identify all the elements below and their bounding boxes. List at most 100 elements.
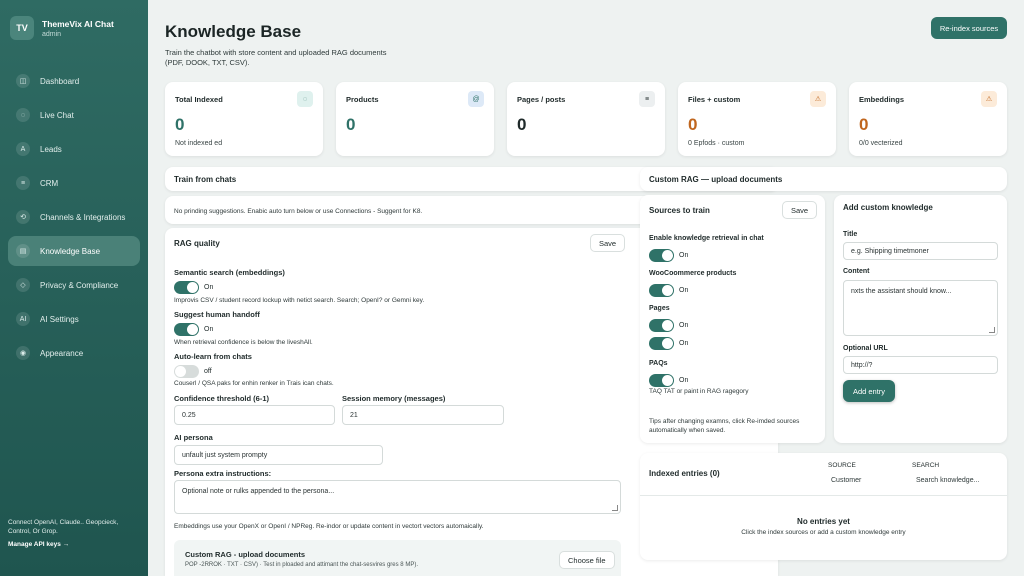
stat-label: Products (346, 95, 379, 104)
persona-extra-textarea[interactable]: Optional note or rulks appended to the p… (174, 480, 621, 514)
custom-title-input[interactable]: e.g. Shipping timetmoner (843, 242, 998, 260)
sidebar-item-ai-settings[interactable]: AI AI Settings (8, 304, 140, 334)
handoff-help: When retrieval confidence is below the l… (174, 339, 313, 346)
source-toggle[interactable] (649, 337, 674, 350)
rag-save-button[interactable]: Save (590, 234, 626, 252)
stat-card: Pages / posts ≡ 0 (507, 82, 665, 156)
sources-title: Sources to train (649, 206, 710, 215)
sidebar-item-label: Knowledge Base (40, 246, 101, 256)
leads-icon: A (16, 142, 30, 156)
persona-label: AI persona (174, 433, 213, 442)
stat-value: 0 (175, 115, 185, 134)
stat-value: 0 (346, 115, 356, 134)
warning-icon: ⚠ (981, 91, 997, 107)
semantic-search-label: Semantic search (embeddings) (174, 268, 285, 277)
sources-save-button[interactable]: Save (782, 201, 818, 219)
custom-rag-title: Custom RAG — upload documents (649, 175, 783, 184)
source-toggle[interactable] (649, 319, 674, 332)
handoff-label: Suggest human handoff (174, 310, 260, 319)
handoff-toggle[interactable] (174, 323, 199, 336)
semantic-search-help: Improvis CSV / student record lockup wit… (174, 297, 425, 304)
autolearn-toggle[interactable] (174, 365, 199, 378)
stat-value: 0 (688, 115, 698, 134)
sidebar-item-privacy-compliance[interactable]: ◇ Privacy & Compliance (8, 270, 140, 300)
sidebar-footer-text: Connect OpenAI, Claude.. Geopcieck, Cont… (8, 519, 119, 535)
sidebar-item-label: Channels & Integrations (40, 212, 126, 222)
sidebar-item-live-chat[interactable]: ◌ Live Chat (8, 100, 140, 130)
rag-footnote: Embeddings use your OpenX or OpenI / NPR… (174, 523, 484, 530)
sidebar-item-dashboard[interactable]: ◫ Dashboard (8, 66, 140, 96)
source-toggle[interactable] (649, 249, 674, 262)
empty-text: Click the index sources or add a custom … (741, 529, 906, 536)
stat-card: Total Indexed ◌ 0 Not indexed ed (165, 82, 323, 156)
reindex-sources-button[interactable]: Re-index sources (931, 17, 1007, 39)
semantic-search-state: On (204, 284, 214, 291)
persona-extra-label: Persona extra instructions: (174, 469, 272, 478)
source-state: On (679, 287, 689, 294)
sources-panel: Sources to train Save Enable knowledge r… (640, 195, 825, 443)
add-custom-title: Add custom knowledge (843, 203, 933, 212)
indexed-title: Indexed entries (0) (649, 469, 720, 478)
source-filter-label: SOURCE (828, 462, 856, 469)
sidebar-item-channels-integrations[interactable]: ⟲ Channels & Integrations (8, 202, 140, 232)
sidebar: TV ThemeVix AI Chat admin ◫ Dashboard ◌ Liv… (0, 0, 148, 576)
sidebar-item-label: Live Chat (40, 110, 74, 120)
source-toggle[interactable] (649, 374, 674, 387)
sidebar-item-leads[interactable]: A Leads (8, 134, 140, 164)
resize-grip-icon (989, 327, 995, 333)
persona-input[interactable]: unfault just system prompty (174, 445, 383, 465)
source-filter-select[interactable]: Customer (831, 477, 861, 484)
persona-extra-placeholder: Optional note or rulks appended to the p… (182, 488, 335, 495)
empty-title: No entries yet (797, 517, 850, 526)
sidebar-footer: Connect OpenAI, Claude.. Geopcieck, Cont… (8, 518, 138, 549)
sidebar-item-knowledge-base[interactable]: ▤ Knowledge Base (8, 236, 140, 266)
sidebar-nav: ◫ Dashboard ◌ Live Chat A Leads ≡ CRM ⟲ Channels … (0, 66, 148, 368)
add-entry-button[interactable]: Add entry (843, 380, 895, 402)
page-title: Knowledge Base (165, 22, 302, 41)
chat-bubble-icon: ◌ (297, 91, 313, 107)
choose-file-button[interactable]: Choose file (559, 551, 615, 569)
semantic-search-toggle[interactable] (174, 281, 199, 294)
stat-label: Pages / posts (517, 95, 566, 104)
stat-sub: Not indexed ed (175, 140, 223, 147)
memory-input[interactable]: 21 (342, 405, 504, 425)
stat-card: Files + custom ⚠ 0 0 Epfods · custom (678, 82, 836, 156)
stat-value: 0 (859, 115, 869, 134)
sidebar-item-label: CRM (40, 178, 59, 188)
confidence-input[interactable]: 0.25 (174, 405, 335, 425)
custom-url-input[interactable]: http://? (843, 356, 998, 374)
handoff-state: On (204, 326, 214, 333)
resize-grip-icon (612, 505, 618, 511)
train-from-chats-title: Train from chats (174, 175, 237, 184)
brand-title: ThemeVix AI Chat (42, 18, 114, 29)
custom-rag-inner-title: Custom RAG - upload documents (185, 550, 305, 559)
custom-content-label: Content (843, 268, 870, 275)
sidebar-item-crm[interactable]: ≡ CRM (8, 168, 140, 198)
custom-rag-inner-panel: Custom RAG - upload documents POP -2RROK… (174, 540, 621, 576)
divider (640, 495, 1007, 496)
stat-sub: 0 Epfods · custom (688, 140, 745, 147)
train-from-chats-text: No prinding suggestions. Enabic auto tur… (174, 208, 423, 215)
sidebar-item-label: AI Settings (40, 314, 79, 324)
list-icon: ≡ (639, 91, 655, 107)
stat-value: 0 (517, 115, 527, 134)
sidebar-item-appearance[interactable]: ◉ Appearance (8, 338, 140, 368)
database-icon: ≡ (16, 176, 30, 190)
sidebar-item-label: Dashboard (40, 76, 80, 86)
stat-label: Total Indexed (175, 95, 223, 104)
main-content: Knowledge Base Train the chatbot with st… (148, 0, 1024, 576)
stat-label: Embeddings (859, 95, 905, 104)
stat-card: Embeddings ⚠ 0 0/0 vecterized (849, 82, 1007, 156)
stat-sub: 0/0 vecterized (859, 140, 903, 147)
autolearn-state: off (204, 368, 212, 375)
search-input[interactable]: Search knowledge... (916, 477, 979, 484)
source-state: On (679, 252, 689, 259)
custom-url-label: Optional URL (843, 345, 888, 352)
custom-content-textarea[interactable]: nxts the assistant should know... (843, 280, 998, 336)
source-state: On (679, 377, 689, 384)
source-label: WooCoommerce products (649, 270, 737, 277)
source-toggle[interactable] (649, 284, 674, 297)
chat-icon: ◌ (16, 108, 30, 122)
manage-api-keys-link[interactable]: Manage API keys → (8, 540, 138, 549)
source-label: PAQs (649, 360, 668, 367)
